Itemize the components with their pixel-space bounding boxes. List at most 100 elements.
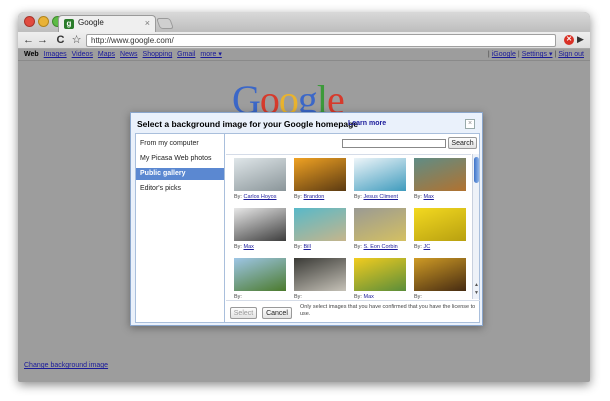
author-link[interactable]: Max: [243, 244, 253, 250]
image-source-item[interactable]: From my computer: [136, 138, 224, 150]
license-note: Only select images that you have confirm…: [300, 304, 476, 317]
gallery-thumbnail[interactable]: [294, 208, 346, 241]
caption-by-label: By:: [294, 244, 302, 250]
author-link[interactable]: Carlos Hoyos: [243, 194, 276, 200]
thumbnail-caption: By: Carlos Hoyos: [234, 194, 277, 200]
gallery-search-input[interactable]: [342, 139, 446, 148]
image-source-item[interactable]: Editor's picks: [136, 183, 224, 195]
google-bar-link[interactable]: Shopping: [143, 51, 173, 58]
google-bar-links: Web Images Videos Maps News Shopping Gmail more…: [24, 50, 227, 58]
image-source-item[interactable]: Public gallery: [136, 168, 224, 180]
google-bar-account-links: | iGoogle | Settings ▾ | Sign out: [486, 50, 584, 58]
google-bar-link[interactable]: Videos: [72, 51, 93, 58]
address-bar[interactable]: http://www.google.com/: [86, 34, 556, 47]
author-link[interactable]: Bill: [303, 244, 310, 250]
google-bar-link[interactable]: more ▾: [200, 51, 221, 58]
window-minimize-button[interactable]: [38, 16, 49, 27]
thumbnail-caption: By: S. Eon Corbin: [354, 244, 398, 250]
gallery-thumbnail[interactable]: [354, 258, 406, 291]
google-bar-link[interactable]: Web: [24, 51, 39, 58]
google-bar-link[interactable]: Gmail: [177, 51, 195, 58]
image-source-item[interactable]: My Picasa Web photos: [136, 153, 224, 165]
tab-title: Google: [78, 18, 104, 27]
url-text: http://www.google.com/: [91, 36, 174, 45]
caption-by-label: By:: [354, 194, 362, 200]
thumbnail-caption: By:: [414, 294, 422, 299]
thumbnail-caption: By: Max: [414, 194, 434, 200]
author-link[interactable]: Jesus Climent: [363, 194, 398, 200]
caption-by-label: By:: [354, 294, 362, 299]
author-link[interactable]: JC: [423, 244, 430, 250]
account-link[interactable]: Settings ▾: [522, 51, 553, 58]
link-separator: |: [487, 51, 490, 58]
dialog-body: From my computer My Picasa Web photos Publ…: [135, 133, 480, 323]
caption-by-label: By:: [234, 194, 242, 200]
forward-button[interactable]: →: [36, 33, 49, 47]
gallery-scrollbar[interactable]: ▲ ▼: [472, 154, 479, 299]
browser-tab[interactable]: g Google ×: [58, 15, 156, 32]
back-button[interactable]: ←: [22, 33, 35, 47]
google-favicon-icon: g: [64, 19, 74, 29]
caption-by-label: By:: [414, 294, 422, 299]
link-separator: |: [517, 51, 520, 58]
google-bar-link[interactable]: News: [120, 51, 138, 58]
scroll-down-icon[interactable]: ▼: [473, 290, 480, 296]
thumbnail-caption: By: Jesus Climent: [354, 194, 398, 200]
background-image-dialog: Select a background image for your Googl…: [130, 112, 483, 326]
google-bar-link[interactable]: Maps: [98, 51, 115, 58]
author-link[interactable]: Brandon: [303, 194, 324, 200]
caption-by-label: By:: [414, 244, 422, 250]
gallery-thumbnail[interactable]: [414, 158, 466, 191]
window-close-button[interactable]: [24, 16, 35, 27]
select-button[interactable]: Select: [230, 307, 257, 319]
gallery-thumbnail[interactable]: [354, 158, 406, 191]
thumbnail-caption: By: Max: [354, 294, 374, 299]
bookmark-star-icon[interactable]: ☆: [70, 33, 83, 47]
author-link[interactable]: Max: [363, 294, 373, 299]
gallery-thumbnail[interactable]: [414, 258, 466, 291]
thumbnail-caption: By: Max: [234, 244, 254, 250]
author-link[interactable]: S. Eon Corbin: [363, 244, 397, 250]
change-background-link[interactable]: Change background image: [24, 362, 108, 369]
scrollbar-thumb[interactable]: [474, 157, 479, 183]
caption-by-label: By:: [234, 294, 242, 299]
reload-button[interactable]: C: [54, 33, 67, 47]
new-tab-button[interactable]: [155, 18, 175, 29]
caption-by-label: By:: [294, 294, 302, 299]
gallery-thumbnail[interactable]: [414, 208, 466, 241]
gallery-thumbnail[interactable]: [234, 158, 286, 191]
search-button[interactable]: Search: [448, 137, 477, 149]
author-link[interactable]: Max: [423, 194, 433, 200]
caption-by-label: By:: [414, 194, 422, 200]
learn-more-link[interactable]: Learn more: [348, 120, 386, 127]
cancel-button[interactable]: Cancel: [262, 307, 292, 319]
google-bar-link[interactable]: Images: [44, 51, 67, 58]
dialog-title: Select a background image for your Googl…: [137, 119, 359, 129]
stop-icon[interactable]: ✕: [564, 35, 574, 45]
gallery-thumbnail[interactable]: [354, 208, 406, 241]
account-link[interactable]: iGoogle: [492, 51, 516, 58]
dialog-footer: Select Cancel Only select images that yo…: [226, 300, 480, 322]
thumbnail-caption: By: Bill: [294, 244, 311, 250]
image-gallery: By: Carlos Hoyos By: Brandon By: Jesus Cli…: [226, 154, 471, 299]
caption-by-label: By:: [354, 244, 362, 250]
browser-toolbar: ← → C ☆ http://www.google.com/ ✕ ▶: [18, 32, 590, 49]
caption-by-label: By:: [234, 244, 242, 250]
image-source-list: From my computer My Picasa Web photos Publ…: [136, 134, 225, 322]
account-link[interactable]: Sign out: [558, 51, 584, 58]
scroll-up-icon[interactable]: ▲: [473, 282, 480, 288]
google-bar: Web Images Videos Maps News Shopping Gmail more…: [18, 49, 590, 61]
thumbnail-caption: By:: [234, 294, 242, 299]
gallery-thumbnail[interactable]: [294, 258, 346, 291]
gallery-thumbnail[interactable]: [294, 158, 346, 191]
gallery-thumbnail[interactable]: [234, 208, 286, 241]
link-separator: |: [554, 51, 557, 58]
thumbnail-caption: By: JC: [414, 244, 430, 250]
gallery-panel: Search By: Carlos Hoyos By: Brandon By: Je…: [226, 134, 480, 322]
tab-close-icon[interactable]: ×: [145, 18, 150, 28]
gallery-thumbnail[interactable]: [234, 258, 286, 291]
page-menu-icon[interactable]: ▶: [577, 34, 584, 45]
thumbnail-caption: By:: [294, 294, 302, 299]
dialog-close-icon[interactable]: ×: [465, 119, 475, 129]
thumbnail-caption: By: Brandon: [294, 194, 324, 200]
